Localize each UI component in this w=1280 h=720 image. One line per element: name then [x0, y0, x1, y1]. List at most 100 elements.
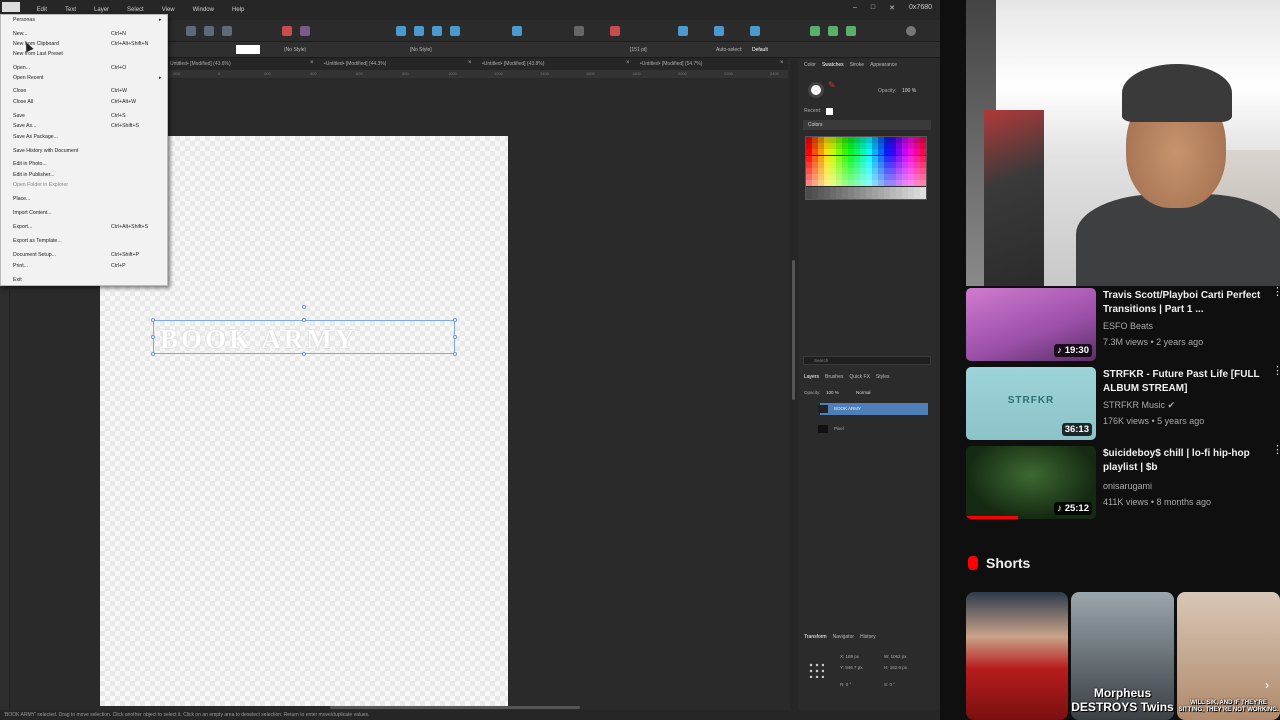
- anchor-point-icon[interactable]: [808, 662, 824, 678]
- menu-window[interactable]: Window: [184, 7, 223, 13]
- artistic-text[interactable]: BOOK ARMY: [160, 324, 357, 355]
- transform-w-field[interactable]: 1062 px: [891, 654, 907, 659]
- color-swatch[interactable]: [920, 137, 926, 143]
- maximize-button[interactable]: □: [871, 4, 875, 12]
- file-menu-item[interactable]: Exit: [13, 277, 22, 283]
- short-card[interactable]: WILL SIK, AND IF THEY'RE SITTING, THEY'R…: [1177, 592, 1280, 720]
- shorts-next-icon[interactable]: ›: [1265, 678, 1269, 692]
- menu-view[interactable]: View: [153, 7, 184, 13]
- paragraph-style-select[interactable]: (No Style): [284, 47, 306, 53]
- tab-history[interactable]: History: [860, 634, 876, 640]
- video-thumbnail[interactable]: ♪ 25:12: [966, 446, 1096, 519]
- color-swatch[interactable]: [920, 186, 926, 193]
- toolbar-snapping-icon[interactable]: [574, 26, 584, 36]
- file-menu-item[interactable]: Open Recent: [13, 75, 44, 81]
- transform-h-field[interactable]: 152.6 px: [890, 665, 907, 670]
- close-tab-icon[interactable]: ×: [468, 60, 472, 66]
- file-menu-item[interactable]: Edit in Photo...: [13, 161, 47, 167]
- toolbar-persona-export-icon[interactable]: [846, 26, 856, 36]
- toolbar-view-icon[interactable]: [222, 26, 232, 36]
- layer-row[interactable]: Pixel: [820, 423, 928, 435]
- channel-name[interactable]: onisarugami: [1103, 481, 1152, 491]
- video-title[interactable]: $uicideboy$ chill | lo-fi hip-hop playli…: [1103, 447, 1269, 475]
- fill-swatch[interactable]: [236, 45, 260, 54]
- toolbar-insert-icon[interactable]: [678, 26, 688, 36]
- tab-document-4[interactable]: •Untitled• [Modified] (54.7%): [640, 61, 702, 67]
- tab-color[interactable]: Color: [804, 62, 816, 68]
- swatch-grid[interactable]: [805, 136, 927, 200]
- menu-edit[interactable]: Edit: [28, 7, 56, 13]
- file-menu-item[interactable]: New from Last Preset: [13, 51, 63, 57]
- layers-search-input[interactable]: Search: [803, 356, 931, 365]
- toolbar-align-icon[interactable]: [396, 26, 406, 36]
- file-menu-item[interactable]: New...: [13, 31, 27, 37]
- color-swatch[interactable]: [920, 192, 926, 199]
- resize-handle[interactable]: [151, 335, 155, 339]
- transform-rotation-field[interactable]: 0 °: [846, 682, 852, 687]
- resize-handle[interactable]: [151, 318, 155, 322]
- layer-row-selected[interactable]: BOOK ARMY: [820, 403, 928, 415]
- menu-text[interactable]: Text: [56, 7, 85, 13]
- tab-transform[interactable]: Transform: [804, 634, 827, 640]
- more-options-icon[interactable]: ⋮: [1272, 287, 1280, 298]
- resize-handle[interactable]: [453, 352, 457, 356]
- video-thumbnail[interactable]: STRFKR 36:13: [966, 367, 1096, 440]
- character-style-select[interactable]: [No Style]: [410, 47, 432, 53]
- toolbar-group-icon[interactable]: [450, 26, 460, 36]
- file-menu-item[interactable]: Open...: [13, 65, 30, 71]
- video-title[interactable]: Travis Scott/Playboi Carti Perfect Trans…: [1103, 289, 1269, 317]
- toolbar-forbid-icon[interactable]: [610, 26, 620, 36]
- toolbar-insert-behind-icon[interactable]: [750, 26, 760, 36]
- tab-navigator[interactable]: Navigator: [833, 634, 854, 640]
- file-menu-item[interactable]: Close All: [13, 99, 33, 105]
- file-menu-item[interactable]: Save History with Document: [13, 148, 78, 154]
- toolbar-insert-inside-icon[interactable]: [714, 26, 724, 36]
- file-menu-item[interactable]: Export as Template...: [13, 238, 62, 244]
- file-menu-item[interactable]: Close: [13, 88, 26, 94]
- color-swatch[interactable]: [920, 174, 926, 181]
- account-icon[interactable]: [906, 26, 916, 36]
- toolbar-grid-icon[interactable]: [186, 26, 196, 36]
- toolbar-persona-designer-icon[interactable]: [810, 26, 820, 36]
- tab-appearance[interactable]: Appearance: [870, 62, 897, 68]
- video-item[interactable]: STRFKR 36:13 STRFKR - Future Past Life […: [966, 366, 1280, 441]
- toolbar-boolean-icon[interactable]: [432, 26, 442, 36]
- resize-handle[interactable]: [302, 352, 306, 356]
- resize-handle[interactable]: [302, 318, 306, 322]
- short-card[interactable]: [966, 592, 1068, 720]
- toolbar-persona-pixel-icon[interactable]: [828, 26, 838, 36]
- tab-document-3[interactable]: •Untitled• [Modified] (43.8%): [482, 61, 544, 67]
- channel-name[interactable]: STRFKR Music ✔: [1103, 400, 1175, 411]
- selected-text-frame[interactable]: BOOK ARMY: [151, 305, 457, 356]
- file-menu-item[interactable]: Save As Package...: [13, 134, 58, 140]
- opacity-field[interactable]: 100 %: [902, 88, 916, 94]
- resize-handle[interactable]: [151, 352, 155, 356]
- resize-handle[interactable]: [453, 335, 457, 339]
- font-size-field[interactable]: [151 pt]: [630, 47, 647, 53]
- transform-shear-field[interactable]: 0 °: [890, 682, 896, 687]
- blend-mode-select[interactable]: Normal: [856, 390, 871, 395]
- scroll-thumb[interactable]: [792, 260, 795, 400]
- horizontal-scrollbar[interactable]: [330, 706, 580, 709]
- minimize-button[interactable]: –: [853, 4, 857, 12]
- close-tab-icon[interactable]: ×: [310, 60, 314, 66]
- file-menu-item[interactable]: Edit in Publisher...: [13, 172, 55, 178]
- file-menu-item[interactable]: Export...: [13, 224, 32, 230]
- tab-document-1[interactable]: Untitled• [Modified] (43.6%): [170, 61, 231, 67]
- close-tab-icon[interactable]: ×: [626, 60, 630, 66]
- file-menu-item[interactable]: Print...: [13, 263, 28, 269]
- file-menu-item[interactable]: Save As...: [13, 123, 36, 129]
- file-menu-item[interactable]: Import Content...: [13, 210, 52, 216]
- transform-y-field[interactable]: 846.7 px: [845, 665, 862, 670]
- menu-help[interactable]: Help: [223, 7, 253, 13]
- color-swatch[interactable]: [920, 143, 926, 150]
- channel-name[interactable]: ESFO Beats: [1103, 321, 1153, 331]
- tab-document-2[interactable]: •Untitled• [Modified] (44.3%): [324, 61, 386, 67]
- file-menu-item[interactable]: Save: [13, 113, 25, 119]
- file-menu-item[interactable]: Personas: [13, 17, 35, 23]
- close-tab-icon[interactable]: ×: [780, 60, 784, 66]
- toolbar-red-tool-icon[interactable]: [282, 26, 292, 36]
- color-swatch[interactable]: [920, 161, 926, 168]
- more-options-icon[interactable]: ⋮: [1272, 445, 1280, 456]
- video-title[interactable]: STRFKR - Future Past Life [FULL ALBUM ST…: [1103, 368, 1269, 396]
